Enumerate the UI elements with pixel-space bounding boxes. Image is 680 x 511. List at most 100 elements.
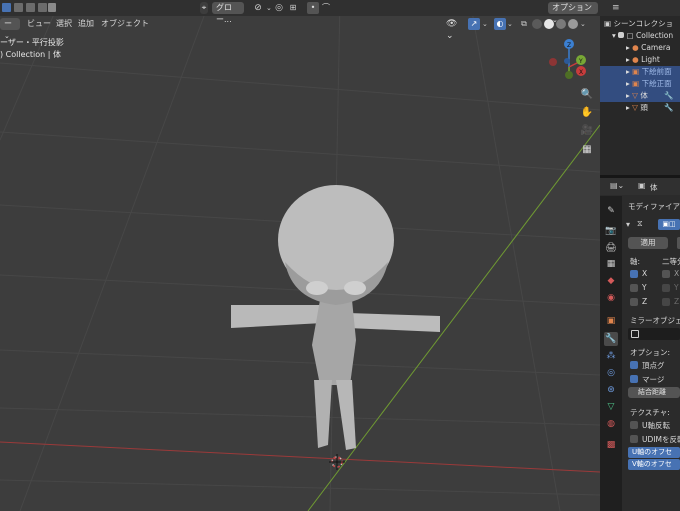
data-tab-icon[interactable]: ▽ bbox=[604, 400, 618, 414]
editor-type-icon[interactable]: ▤⌄ bbox=[610, 181, 624, 190]
navigation-gizmo[interactable]: Z Y X bbox=[545, 35, 595, 85]
modifier-panel-title: モディファイア bbox=[628, 202, 680, 211]
vertex-group-checkbox[interactable] bbox=[630, 361, 638, 371]
outliner-row-head[interactable]: ▸ ▽ 頭 🔧 bbox=[626, 102, 680, 114]
3d-viewport[interactable]: ⌖ グロー... ⊘ ⌄ ◎ ⊞ • ⌒ オプション ⌄ ー⌄ ビュー 選択 追… bbox=[0, 0, 600, 511]
v-offset-field[interactable]: V軸のオフセ bbox=[628, 459, 680, 470]
modifier-visibility-toggles[interactable]: ▣◫ bbox=[658, 219, 680, 230]
mirror-modifier-icon: ⧖ bbox=[637, 219, 643, 228]
menu-select[interactable]: 選択 bbox=[56, 17, 72, 31]
u-offset-field[interactable]: U軸のオフセ bbox=[628, 447, 680, 458]
scene-tab-icon[interactable]: ◆ bbox=[604, 274, 618, 288]
pivot-point-icon[interactable]: ⊘ bbox=[252, 2, 264, 14]
output-tab-icon[interactable]: 🖨 bbox=[604, 241, 618, 255]
viewport-grid bbox=[0, 0, 600, 511]
gizmo-neg-y-axis[interactable] bbox=[565, 71, 573, 79]
wireframe-shading-icon[interactable] bbox=[532, 19, 542, 29]
camera-view-icon[interactable]: 🎥 bbox=[580, 124, 594, 138]
select-mode-icon[interactable] bbox=[2, 3, 11, 12]
checkbox-icon bbox=[630, 284, 638, 292]
physics-tab-icon[interactable]: ◎ bbox=[604, 366, 618, 380]
material-tab-icon[interactable]: ◍ bbox=[604, 417, 618, 431]
bisect-y-checkbox[interactable] bbox=[662, 284, 670, 294]
mirror-object-field[interactable] bbox=[628, 328, 680, 340]
outliner-row-reference-side[interactable]: ▸ ▣ 下絵正面 bbox=[600, 78, 680, 90]
world-tab-icon[interactable]: ◉ bbox=[604, 291, 618, 305]
transform-pivot-icon[interactable]: ⌖ bbox=[200, 2, 208, 14]
render-tab-icon[interactable]: 📷 bbox=[604, 224, 618, 238]
xray-toggle-icon[interactable]: ⧉ bbox=[519, 18, 529, 30]
expand-chevron-icon: ▸ bbox=[626, 67, 630, 76]
options-dropdown[interactable]: オプション ⌄ bbox=[548, 2, 598, 24]
udim-flip-checkbox[interactable] bbox=[630, 435, 638, 445]
chevron-down-icon[interactable]: ⌄ bbox=[507, 18, 513, 30]
menu-add[interactable]: 追加 bbox=[78, 17, 94, 31]
select-extend-icon[interactable] bbox=[14, 3, 23, 12]
solid-shading-icon[interactable] bbox=[544, 19, 554, 29]
constraints-tab-icon[interactable]: ⊛ bbox=[604, 383, 618, 397]
axis-z-checkbox[interactable] bbox=[630, 298, 638, 308]
outliner-filter-icon[interactable]: ≡ bbox=[612, 3, 620, 13]
outliner-title: シーンコレクショ bbox=[613, 19, 674, 28]
bisect-x-checkbox[interactable] bbox=[662, 270, 670, 280]
menu-object[interactable]: オブジェクト bbox=[101, 17, 149, 31]
axis-y-checkbox[interactable] bbox=[630, 284, 638, 294]
select-invert-icon[interactable] bbox=[38, 3, 47, 12]
menu-view[interactable]: ビュー bbox=[27, 17, 51, 31]
snap-target-icon[interactable]: ⊞ bbox=[286, 2, 300, 14]
gizmo-toggle-icon[interactable]: ↗ bbox=[468, 18, 480, 30]
merge-checkbox[interactable] bbox=[630, 375, 638, 385]
perspective-grid-icon[interactable]: ▦ bbox=[580, 143, 594, 157]
checkbox-icon bbox=[662, 270, 670, 278]
object-tab-icon[interactable]: ▣ bbox=[604, 314, 618, 328]
chevron-down-icon[interactable]: ⌄ bbox=[266, 2, 272, 14]
proportional-edit-icon[interactable]: • bbox=[307, 2, 319, 14]
apply-button[interactable]: 適用 bbox=[628, 237, 668, 249]
gizmo-neg-x-axis[interactable] bbox=[549, 58, 557, 66]
axis-x-checkbox[interactable] bbox=[630, 270, 638, 280]
chevron-down-icon[interactable]: ⌄ bbox=[482, 18, 488, 30]
tool-tab-icon[interactable]: ✎ bbox=[604, 204, 618, 218]
snap-icon[interactable]: ◎ bbox=[273, 2, 285, 14]
axis-x-label: X bbox=[642, 269, 648, 278]
modifier-tab-icon[interactable]: 🔧 bbox=[604, 332, 618, 346]
texture-tab-icon[interactable]: ▩ bbox=[604, 438, 618, 452]
u-flip-label: U軸反転 bbox=[642, 421, 670, 430]
checkbox-icon[interactable] bbox=[618, 32, 625, 38]
overlays-toggle-icon[interactable]: ◐ bbox=[494, 18, 506, 30]
chevron-down-icon[interactable]: ⌄ bbox=[580, 18, 586, 30]
select-subtract-icon[interactable] bbox=[26, 3, 35, 12]
checkbox-icon bbox=[662, 284, 670, 292]
visibility-icon[interactable]: 👁⌄ bbox=[446, 18, 464, 41]
proportional-falloff-icon[interactable]: ⌒ bbox=[320, 2, 332, 14]
merge-distance-field[interactable]: 結合距離 bbox=[628, 387, 680, 398]
outliner-row-body[interactable]: ▸ ▽ 体 🔧 bbox=[600, 90, 680, 102]
select-intersect-icon[interactable] bbox=[48, 3, 56, 12]
outliner-row-light[interactable]: ▸ ● Light bbox=[626, 54, 680, 66]
outliner-scene-collection[interactable]: ▣ シーンコレクショ bbox=[604, 18, 680, 30]
view-layer-tab-icon[interactable]: ▦ bbox=[604, 257, 618, 271]
u-flip-checkbox[interactable] bbox=[630, 421, 638, 431]
outliner-row-reference-front[interactable]: ▸ ▣ 下絵前面 bbox=[600, 66, 680, 78]
scene-collection-icon: ▣ bbox=[604, 19, 612, 28]
particles-tab-icon[interactable]: ⁂ bbox=[604, 349, 618, 363]
gizmo-neg-z-axis[interactable] bbox=[564, 58, 570, 64]
mesh-object-icon: ▣ bbox=[638, 181, 646, 190]
bisect-z-checkbox[interactable] bbox=[662, 298, 670, 308]
expand-chevron-icon: ▸ bbox=[626, 103, 630, 112]
expand-chevron-icon[interactable]: ▾ bbox=[626, 220, 630, 229]
outliner-row-camera[interactable]: ▸ ● Camera bbox=[626, 42, 680, 54]
outliner-row-collection[interactable]: ▾ ▢ Collection bbox=[612, 30, 680, 42]
mode-dropdown[interactable]: ー⌄ bbox=[0, 18, 20, 40]
pan-hand-icon[interactable]: ✋ bbox=[580, 106, 594, 120]
rendered-shading-icon[interactable] bbox=[568, 19, 578, 29]
transform-orientation-dropdown[interactable]: グロー... bbox=[212, 2, 244, 24]
camera-icon: ● bbox=[632, 43, 639, 52]
zoom-icon[interactable]: 🔍 bbox=[580, 88, 594, 102]
udim-flip-label: UDIMを反転 bbox=[642, 435, 680, 444]
checkbox-checked-icon bbox=[630, 270, 638, 278]
material-shading-icon[interactable] bbox=[556, 19, 566, 29]
character-mesh[interactable] bbox=[231, 185, 440, 450]
image-empty-icon: ▣ bbox=[632, 67, 640, 76]
collection-icon: ▢ bbox=[626, 31, 634, 40]
